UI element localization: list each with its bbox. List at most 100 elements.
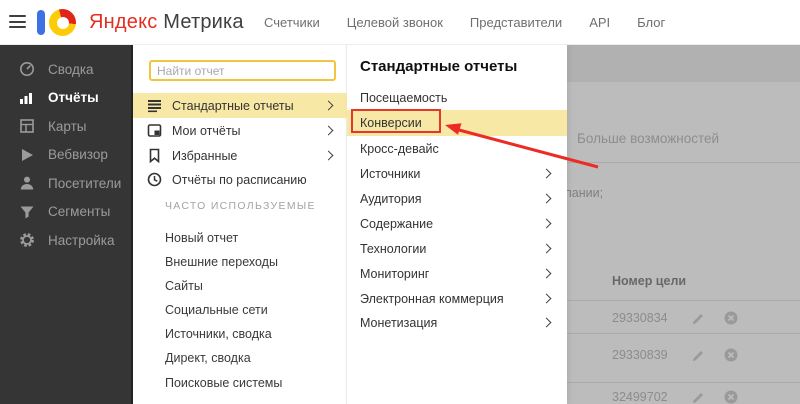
divider <box>567 300 800 301</box>
submenu-item-label: Аудитория <box>360 191 422 206</box>
submenu-item-label: Кросс-девайс <box>360 141 439 156</box>
x-circle-icon <box>724 390 738 404</box>
nav-counters[interactable]: Счетчики <box>264 15 320 30</box>
menu-item-my-reports[interactable]: Мои отчёты <box>133 118 347 143</box>
funnel-icon <box>18 203 35 220</box>
submenu-item-label: Технологии <box>360 241 427 256</box>
chevron-right-icon <box>541 168 552 179</box>
submenu-item-monetization[interactable]: Монетизация <box>347 310 567 335</box>
dimmed-background[interactable]: Больше возможностей пании; Номер цели 29… <box>567 45 800 404</box>
submenu-item-technologies[interactable]: Технологии <box>347 236 567 261</box>
gauge-icon <box>18 61 35 78</box>
submenu-item-label: Посещаемость <box>360 90 448 105</box>
x-circle-icon <box>724 348 738 362</box>
clock-icon <box>147 172 162 187</box>
chevron-right-icon <box>323 125 334 136</box>
goal-table-row: 29330839 <box>612 344 792 366</box>
frequent-item-sites[interactable]: Сайты <box>165 276 203 296</box>
submenu-item-label: Монетизация <box>360 315 438 330</box>
goal-id: 29330834 <box>612 311 668 325</box>
frequent-item-external-transitions[interactable]: Внешние переходы <box>165 252 278 272</box>
submenu-item-label: Содержание <box>360 216 434 231</box>
sidebar-item-label: Настройка <box>48 232 115 248</box>
menu-item-favorites[interactable]: Избранные <box>133 143 347 168</box>
chevron-right-icon <box>323 100 334 111</box>
menu-item-standard-reports[interactable]: Стандартные отчеты <box>133 93 347 118</box>
logo-donut-icon <box>49 9 76 36</box>
submenu-item-monitoring[interactable]: Мониторинг <box>347 261 567 286</box>
sidebar-item-label: Сегменты <box>48 204 111 220</box>
nav-representatives[interactable]: Представители <box>470 15 562 30</box>
sidebar-item-segments[interactable]: Сегменты <box>0 198 131 227</box>
sidebar-item-settings[interactable]: Настройка <box>0 226 131 255</box>
sidebar-item-label: Посетители <box>48 175 122 191</box>
background-header-band <box>567 45 800 82</box>
frequent-item-new-report[interactable]: Новый отчет <box>165 228 238 248</box>
nav-target-call[interactable]: Целевой звонок <box>347 15 443 30</box>
chevron-right-icon <box>323 150 334 161</box>
person-icon <box>18 175 35 192</box>
frequent-item-direct-summary[interactable]: Директ, сводка <box>165 348 251 368</box>
frequent-item-search-engines[interactable]: Поисковые системы <box>165 373 282 393</box>
bookmark-icon <box>147 148 162 164</box>
chevron-right-icon <box>541 268 552 279</box>
sidebar-item-maps[interactable]: Карты <box>0 112 131 141</box>
more-features-link: Больше возможностей <box>577 131 720 146</box>
submenu-item-conversions[interactable]: Конверсии <box>347 110 567 136</box>
sidebar-item-label: Карты <box>48 118 87 134</box>
background-text-fragment: пании; <box>567 186 604 200</box>
chevron-right-icon <box>541 317 552 328</box>
menu-item-scheduled-reports[interactable]: Отчёты по расписанию <box>133 167 347 192</box>
sidebar-item-webvisor[interactable]: Вебвизор <box>0 141 131 170</box>
sidebar-item-summary[interactable]: Сводка <box>0 55 131 84</box>
submenu-item-sources[interactable]: Источники <box>347 161 567 186</box>
sidebar-item-label: Отчёты <box>48 90 99 106</box>
submenu-title: Стандартные отчеты <box>360 58 518 75</box>
submenu-item-label: Электронная коммерция <box>360 291 504 306</box>
sidebar-item-label: Вебвизор <box>48 147 108 163</box>
yandex-metrika-app: Яндекс Метрика Счетчики Целевой звонок П… <box>0 0 800 404</box>
goal-table-row: 29330834 <box>612 307 792 329</box>
chevron-right-icon <box>541 218 552 229</box>
submenu-item-label: Мониторинг <box>360 266 430 281</box>
submenu-item-traffic[interactable]: Посещаемость <box>347 85 567 110</box>
reports-menu-panel: Стандартные отчеты Мои отчёты Избранные … <box>133 45 347 404</box>
play-icon <box>18 146 35 163</box>
submenu-item-ecommerce[interactable]: Электронная коммерция <box>347 286 567 311</box>
top-navigation: Счетчики Целевой звонок Представители AP… <box>264 0 665 45</box>
nav-api[interactable]: API <box>589 15 610 30</box>
pencil-icon <box>692 311 706 325</box>
stack-icon <box>147 98 162 113</box>
divider <box>567 333 800 334</box>
sidebar-item-label: Сводка <box>48 61 94 77</box>
chevron-right-icon <box>541 243 552 254</box>
metrika-logo[interactable] <box>37 9 85 36</box>
gear-icon <box>18 232 35 249</box>
app-title: Яндекс Метрика <box>89 11 244 34</box>
main-sidebar: Сводка Отчёты Карты Вебвизор Посетители <box>0 45 133 404</box>
sidebar-item-reports[interactable]: Отчёты <box>0 84 131 113</box>
brand-metrika: Метрика <box>163 11 244 33</box>
top-bar: Яндекс Метрика Счетчики Целевой звонок П… <box>0 0 800 45</box>
submenu-item-cross-device[interactable]: Кросс-девайс <box>347 136 567 161</box>
hamburger-menu-icon[interactable] <box>9 15 26 28</box>
frequently-used-header: ЧАСТО ИСПОЛЬЗУЕМЫЕ <box>165 200 316 212</box>
submenu-item-audience[interactable]: Аудитория <box>347 186 567 211</box>
menu-item-label: Мои отчёты <box>172 123 241 138</box>
frequent-item-social-networks[interactable]: Социальные сети <box>165 300 268 320</box>
sidebar-item-visitors[interactable]: Посетители <box>0 169 131 198</box>
brand-yandex: Яндекс <box>89 11 158 33</box>
frequent-item-sources-summary[interactable]: Источники, сводка <box>165 324 272 344</box>
nav-blog[interactable]: Блог <box>637 15 665 30</box>
map-grid-icon <box>18 118 35 135</box>
chevron-right-icon <box>541 193 552 204</box>
goal-table-row: 32499702 <box>612 386 792 404</box>
report-search-input[interactable] <box>149 60 336 81</box>
submenu-item-label: Конверсии <box>360 116 422 130</box>
menu-item-label: Отчёты по расписанию <box>172 172 307 187</box>
submenu-item-label: Источники <box>360 166 421 181</box>
submenu-item-content[interactable]: Содержание <box>347 211 567 236</box>
goal-id: 29330839 <box>612 348 668 362</box>
menu-item-label: Стандартные отчеты <box>172 98 294 113</box>
goal-number-column-header: Номер цели <box>612 274 687 288</box>
